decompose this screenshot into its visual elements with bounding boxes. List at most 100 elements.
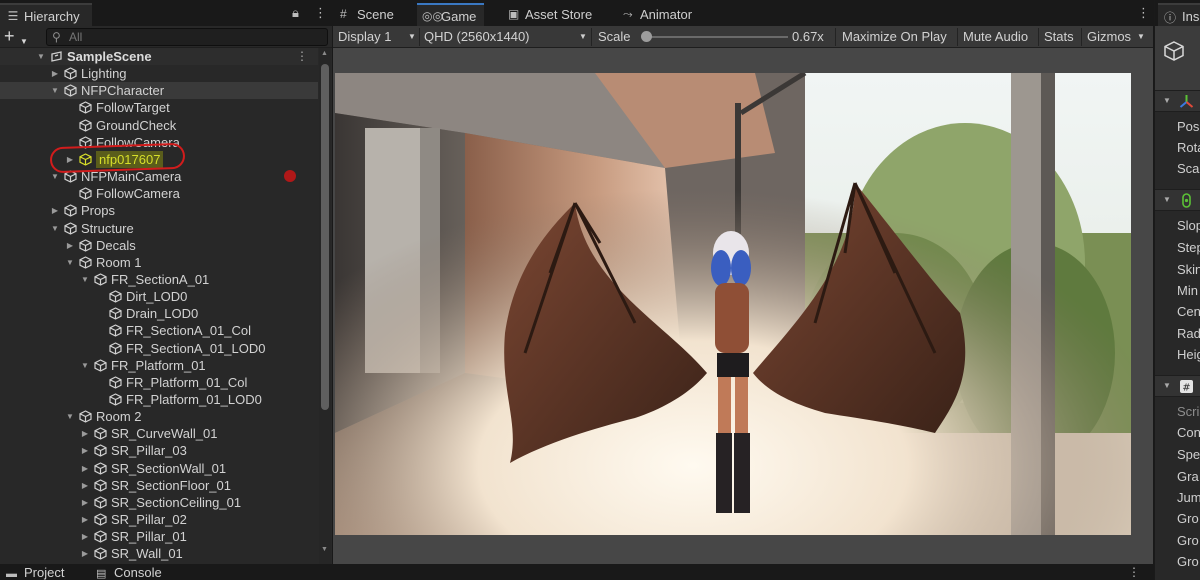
gizmos-toggle[interactable]: Gizmos	[1082, 26, 1136, 48]
tab-console[interactable]: ▤ Console	[90, 565, 162, 580]
hierarchy-item[interactable]: ▶ SR_SectionCeiling_01	[0, 494, 318, 511]
hierarchy-item[interactable]: ▼ NFPCharacter	[0, 82, 318, 100]
hierarchy-item[interactable]: ▶ SR_Pillar_03	[0, 442, 318, 459]
hierarchy-item[interactable]: ▼ FR_Platform_01	[0, 357, 318, 374]
expand-arrow-closed-icon[interactable]: ▶	[80, 460, 90, 477]
gameobject-cube-icon	[109, 393, 122, 406]
expand-arrow-closed-icon[interactable]: ▶	[80, 494, 90, 511]
tab-project[interactable]: ▬ Project	[0, 565, 64, 580]
expand-arrow-closed-icon[interactable]: ▶	[50, 202, 60, 219]
script-icon: #	[1180, 380, 1193, 394]
hierarchy-item[interactable]: ▼ Room 2	[0, 408, 318, 425]
expand-arrow-closed-icon[interactable]: ▶	[80, 545, 90, 562]
kebab-menu-icon[interactable]: ⋮	[1128, 565, 1140, 579]
hierarchy-item[interactable]: ▶ SR_SectionWall_01	[0, 460, 318, 477]
expand-arrow-closed-icon[interactable]: ▶	[80, 425, 90, 442]
gameobject-cube-icon	[79, 136, 92, 149]
expand-arrow-open-icon[interactable]: ▼	[80, 357, 90, 374]
expand-arrow-open-icon[interactable]: ▼	[50, 168, 60, 185]
gameobject-cube-icon	[79, 256, 92, 269]
kebab-menu-icon[interactable]: ⋮	[1137, 6, 1150, 20]
hierarchy-item[interactable]: ▼ FR_SectionA_01	[0, 271, 318, 288]
hierarchy-item[interactable]: ▶ SR_SectionFloor_01	[0, 477, 318, 494]
create-dropdown-button[interactable]: + ▼	[4, 27, 38, 46]
tab-game[interactable]: ◎◎ Game	[417, 3, 485, 26]
chevron-down-icon[interactable]: ▼	[1163, 195, 1171, 204]
resolution-dropdown[interactable]: QHD (2560x1440)	[419, 26, 535, 48]
hierarchy-item[interactable]: FR_SectionA_01_LOD0	[0, 340, 318, 357]
mute-audio-toggle[interactable]: Mute Audio	[958, 26, 1033, 48]
scale-slider-knob[interactable]	[641, 31, 652, 42]
chevron-down-icon[interactable]: ▼	[1137, 26, 1145, 48]
hierarchy-item[interactable]: ▶ SR_Pillar_02	[0, 511, 318, 528]
scroll-up-icon[interactable]: ▲	[321, 50, 328, 57]
kebab-menu-icon[interactable]: ⋮	[314, 6, 327, 20]
script-prop: Gra	[1177, 469, 1199, 484]
expand-arrow-open-icon[interactable]: ▼	[80, 271, 90, 288]
hierarchy-item[interactable]: Drain_LOD0	[0, 305, 318, 322]
chevron-down-icon[interactable]: ▼	[1163, 381, 1171, 390]
hierarchy-item[interactable]: ▶ Decals	[0, 237, 318, 254]
hierarchy-item[interactable]: GroundCheck	[0, 117, 318, 134]
gameobject-cube-icon	[64, 84, 77, 97]
hierarchy-item[interactable]: FollowCamera	[0, 185, 318, 202]
scene-root-row[interactable]: ▼ SampleScene ⋮	[0, 48, 318, 65]
chevron-down-icon[interactable]: ▼	[408, 26, 416, 48]
tab-animator[interactable]: ⤳ Animator	[616, 3, 700, 26]
expand-arrow-open-icon[interactable]: ▼	[65, 408, 75, 425]
hierarchy-item[interactable]: ▶ nfp017607	[0, 150, 318, 168]
hierarchy-item[interactable]: ▶ Props	[0, 202, 318, 219]
expand-arrow-closed-icon[interactable]: ▶	[50, 65, 60, 82]
hierarchy-item-label: FollowTarget	[96, 100, 170, 116]
tab-asset-store[interactable]: ▣ Asset Store	[501, 3, 600, 26]
hierarchy-item[interactable]: ▶ SR_Wall_01	[0, 545, 318, 562]
hierarchy-item[interactable]: ▶ SR_Pillar_01	[0, 528, 318, 545]
scrollbar-thumb[interactable]	[321, 64, 329, 410]
expand-arrow-open-icon[interactable]: ▼	[50, 82, 60, 99]
expand-arrow-closed-icon[interactable]: ▶	[65, 151, 75, 168]
game-render[interactable]	[335, 73, 1131, 535]
hierarchy-item[interactable]: ▼ Room 1	[0, 254, 318, 271]
script-component-header[interactable]: ▼ #	[1155, 375, 1200, 397]
expand-arrow-open-icon[interactable]: ▼	[65, 254, 75, 271]
tab-hierarchy[interactable]: ☰ Hierarchy	[0, 3, 92, 26]
collider-component-header[interactable]: ▼	[1155, 189, 1200, 211]
expand-arrow-closed-icon[interactable]: ▶	[80, 477, 90, 494]
hierarchy-item[interactable]: ▼ Structure	[0, 220, 318, 237]
display-dropdown[interactable]: Display 1	[333, 26, 396, 48]
game-viewport[interactable]	[333, 48, 1153, 564]
maximize-on-play-toggle[interactable]: Maximize On Play	[837, 26, 952, 48]
hierarchy-item[interactable]: ▼ NFPMainCamera	[0, 168, 318, 185]
console-icon: ▤	[96, 568, 107, 580]
scale-slider-track[interactable]	[648, 36, 788, 38]
hierarchy-item[interactable]: FR_Platform_01_Col	[0, 374, 318, 391]
hierarchy-item[interactable]: Dirt_LOD0	[0, 288, 318, 305]
chevron-down-icon[interactable]: ▼	[1163, 96, 1171, 105]
hierarchy-item[interactable]: FollowCamera	[0, 134, 318, 151]
shopping-bag-icon: ▣	[508, 7, 520, 21]
hierarchy-item-label: FR_Platform_01	[111, 357, 206, 373]
expand-arrow-open-icon[interactable]: ▼	[50, 220, 60, 237]
chevron-down-icon[interactable]: ▼	[579, 26, 587, 48]
expand-arrow-closed-icon[interactable]: ▶	[80, 528, 90, 545]
hierarchy-item[interactable]: FollowTarget	[0, 99, 318, 116]
expand-arrow-closed-icon[interactable]: ▶	[80, 442, 90, 459]
expand-arrow-closed-icon[interactable]: ▶	[65, 237, 75, 254]
lock-icon[interactable]: 🔒︎	[292, 6, 299, 20]
expand-arrow-closed-icon[interactable]: ▶	[80, 511, 90, 528]
kebab-menu-icon[interactable]: ⋮	[296, 48, 308, 65]
divider	[835, 28, 836, 46]
hierarchy-item[interactable]: ▶ SR_CurveWall_01	[0, 425, 318, 442]
transform-component-header[interactable]: ▼	[1155, 90, 1200, 112]
expand-arrow-open-icon[interactable]: ▼	[36, 48, 46, 65]
tab-scene[interactable]: # Scene	[333, 3, 402, 26]
scroll-down-icon[interactable]: ▼	[321, 546, 328, 553]
stats-toggle[interactable]: Stats	[1039, 26, 1079, 48]
hierarchy-scrollbar[interactable]: ▲ ▼	[319, 48, 331, 564]
hierarchy-item[interactable]: FR_SectionA_01_Col	[0, 322, 318, 339]
hierarchy-item-label: FollowCamera	[96, 186, 180, 202]
hierarchy-item[interactable]: FR_Platform_01_LOD0	[0, 391, 318, 408]
hierarchy-item[interactable]: ▶ Lighting	[0, 65, 318, 82]
tab-inspector[interactable]: ⓘ Ins	[1158, 3, 1200, 26]
search-input[interactable]	[69, 30, 319, 44]
